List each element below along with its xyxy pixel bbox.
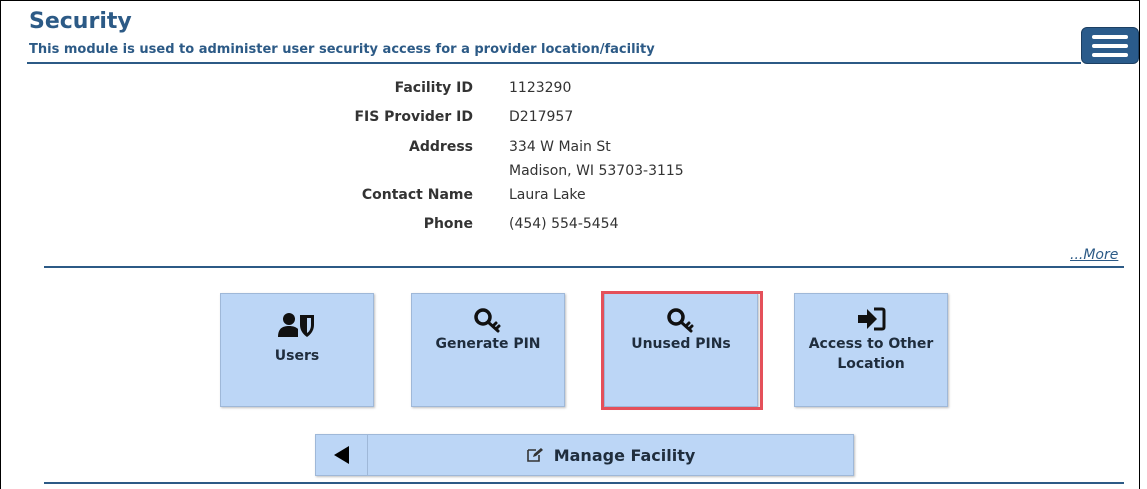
contact-name-value: Laura Lake xyxy=(509,187,586,203)
fis-provider-id-value: D217957 xyxy=(509,109,574,125)
access-other-location-tile-label: Access to Other Location xyxy=(808,336,934,372)
page-title: Security xyxy=(29,9,132,34)
address-line2: Madison, WI 53703-3115 xyxy=(509,163,684,179)
key-icon xyxy=(605,308,757,334)
manage-facility-button[interactable]: Manage Facility xyxy=(368,435,853,475)
address-row-2: Madison, WI 53703-3115 xyxy=(0,163,1147,185)
hamburger-icon-line xyxy=(1092,34,1128,39)
facility-id-label: Facility ID xyxy=(394,80,473,96)
facility-id-value: 1123290 xyxy=(509,80,572,96)
contact-name-label: Contact Name xyxy=(361,187,473,203)
facility-id-row: Facility ID 1123290 xyxy=(0,80,1147,102)
contact-name-row: Contact Name Laura Lake xyxy=(0,187,1147,209)
users-tile-button[interactable]: Users xyxy=(220,293,374,407)
hamburger-menu-button[interactable] xyxy=(1081,27,1139,64)
unused-pins-tile-button[interactable]: Unused PINs xyxy=(604,293,758,407)
key-icon xyxy=(412,308,564,334)
sign-in-icon xyxy=(795,306,947,332)
back-button[interactable] xyxy=(316,435,368,475)
fis-provider-id-row: FIS Provider ID D217957 xyxy=(0,109,1147,131)
hamburger-icon-line xyxy=(1092,52,1128,57)
unused-pins-tile-label: Unused PINs xyxy=(631,336,731,352)
users-tile-label: Users xyxy=(274,348,320,364)
generate-pin-tile-button[interactable]: Generate PIN xyxy=(411,293,565,407)
address-line1: 334 W Main St xyxy=(509,139,611,155)
page-frame xyxy=(0,0,1140,489)
phone-label: Phone xyxy=(423,216,473,232)
phone-row: Phone (454) 554-5454 xyxy=(0,216,1147,238)
edit-icon xyxy=(526,448,543,462)
address-label: Address xyxy=(409,139,473,155)
section-divider xyxy=(44,266,1124,268)
manage-facility-label: Manage Facility xyxy=(553,445,696,465)
manage-facility-bar: Manage Facility xyxy=(315,434,854,476)
phone-value: (454) 554-5454 xyxy=(509,216,619,232)
address-row: Address 334 W Main St xyxy=(0,139,1147,161)
generate-pin-tile-label: Generate PIN xyxy=(435,336,541,352)
hamburger-icon-line xyxy=(1092,43,1128,48)
user-shield-icon xyxy=(221,312,373,338)
access-other-location-tile-button[interactable]: Access to Other Location xyxy=(794,293,948,407)
page-subtitle: This module is used to administer user s… xyxy=(29,42,655,57)
fis-provider-id-label: FIS Provider ID xyxy=(354,109,473,125)
more-link[interactable]: ...More xyxy=(1070,247,1118,263)
back-arrow-icon xyxy=(333,446,349,464)
bottom-divider xyxy=(44,482,1124,484)
header-divider xyxy=(27,62,1081,64)
